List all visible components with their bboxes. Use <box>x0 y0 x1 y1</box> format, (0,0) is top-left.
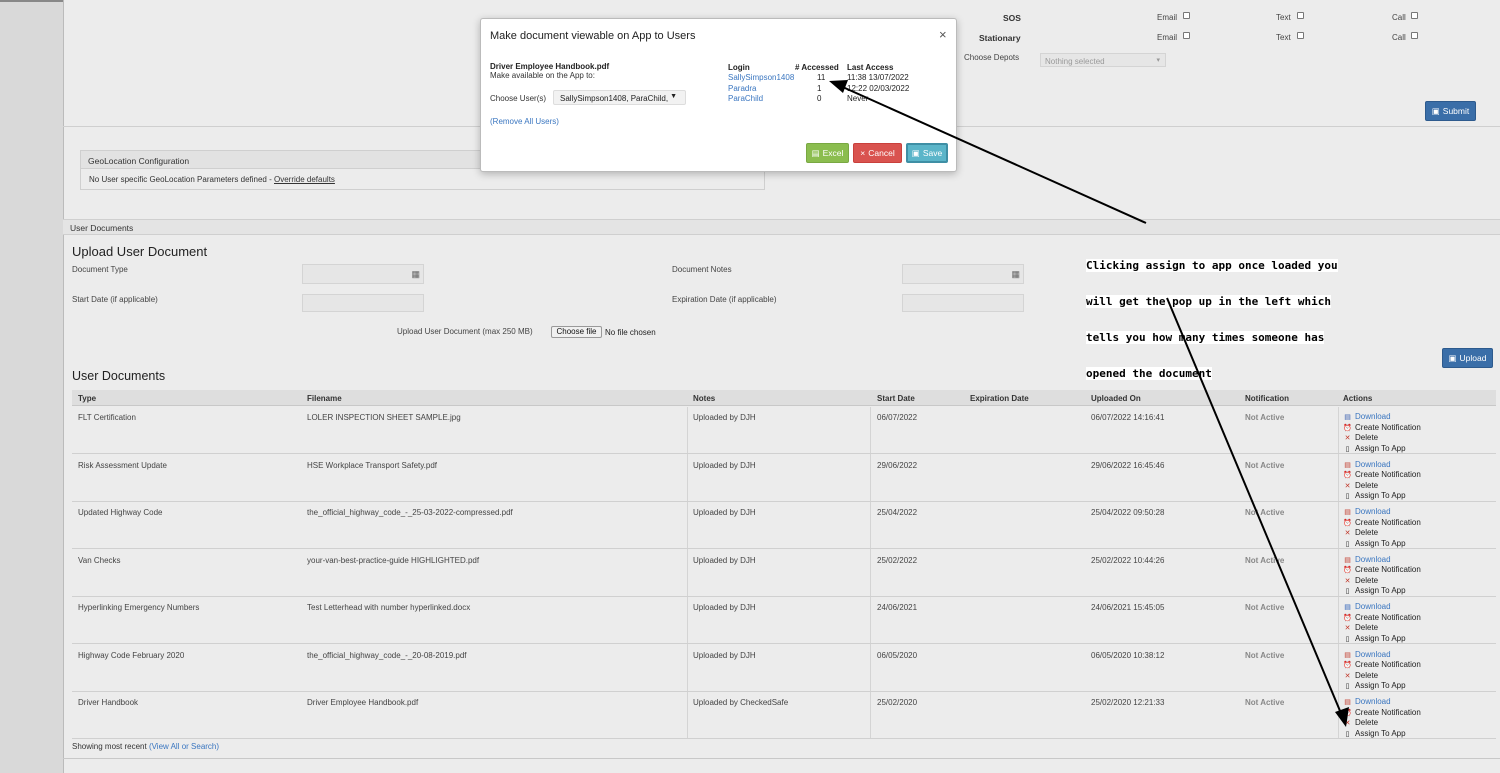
annotation-arrows <box>829 80 1349 727</box>
arrow-head-icon <box>829 80 848 93</box>
arrow-to-accessed-count <box>835 83 1147 224</box>
arrow-head-icon <box>1335 707 1349 727</box>
arrow-to-assign-to-app <box>1166 297 1344 719</box>
